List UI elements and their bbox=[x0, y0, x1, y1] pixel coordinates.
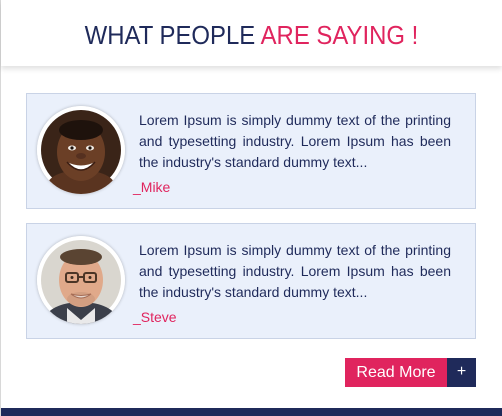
testimonial-card: Lorem Ipsum is simply dummy text of the … bbox=[26, 93, 476, 209]
section-header: WHAT PEOPLE ARE SAYING ! bbox=[1, 0, 502, 66]
read-more-button[interactable]: Read More + bbox=[345, 358, 476, 387]
avatar bbox=[37, 106, 125, 194]
read-more-label[interactable]: Read More bbox=[345, 358, 447, 387]
mike-avatar-image bbox=[37, 106, 125, 194]
page-title-primary: WHAT PEOPLE bbox=[84, 20, 261, 50]
plus-icon[interactable]: + bbox=[447, 358, 476, 387]
page-title-accent: ARE SAYING ! bbox=[260, 20, 419, 50]
testimonial-card: Lorem Ipsum is simply dummy text of the … bbox=[26, 223, 476, 339]
avatar bbox=[37, 236, 125, 324]
testimonial-author: _Mike bbox=[133, 179, 171, 195]
testimonial-quote: Lorem Ipsum is simply dummy text of the … bbox=[139, 242, 451, 300]
footer-bar bbox=[1, 408, 502, 416]
testimonial-quote: Lorem Ipsum is simply dummy text of the … bbox=[139, 112, 451, 170]
testimonials-section: Lorem Ipsum is simply dummy text of the … bbox=[1, 66, 502, 408]
steve-avatar-image bbox=[37, 236, 125, 324]
testimonial-author: _Steve bbox=[133, 309, 177, 325]
page-title: WHAT PEOPLE ARE SAYING ! bbox=[21, 18, 482, 52]
